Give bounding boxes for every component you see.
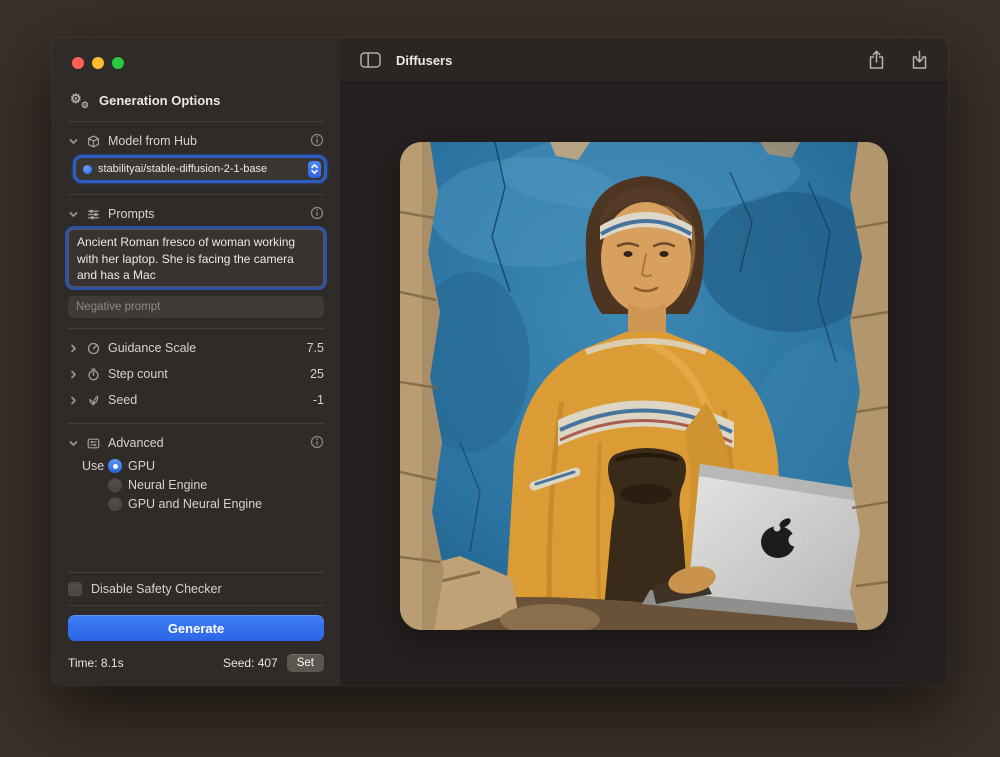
- radio-gpu[interactable]: [108, 459, 122, 473]
- seed-status: Seed: 407: [223, 656, 278, 670]
- chevron-right-icon[interactable]: [68, 370, 78, 379]
- share-icon[interactable]: [868, 50, 885, 70]
- stopwatch-icon: [85, 368, 101, 381]
- model-selected-value: stabilityai/stable-diffusion-2-1-base: [98, 163, 302, 175]
- model-section: Model from Hub stabilityai/stable-diffus…: [68, 122, 324, 194]
- chevron-right-icon[interactable]: [68, 396, 78, 405]
- radio-gpu-and-neural-engine[interactable]: [108, 497, 122, 511]
- disable-safety-checkbox[interactable]: [68, 582, 82, 596]
- fresco-illustration: [400, 142, 888, 630]
- model-color-dot-icon: [83, 165, 92, 174]
- sidebar: ⚙⚙ Generation Options Model from Hub: [52, 38, 340, 686]
- generated-image: [400, 142, 888, 630]
- negative-prompt-input[interactable]: [68, 296, 324, 318]
- seed-leaf-icon: [85, 394, 101, 407]
- radio-neural-engine[interactable]: [108, 478, 122, 492]
- save-download-icon[interactable]: [911, 50, 928, 70]
- chevron-right-icon[interactable]: [68, 344, 78, 353]
- seed-row[interactable]: Seed -1: [68, 387, 324, 413]
- generate-button[interactable]: Generate: [68, 615, 324, 641]
- guidance-scale-label: Guidance Scale: [108, 341, 196, 355]
- prompts-section-header[interactable]: Prompts: [68, 201, 324, 227]
- step-count-label: Step count: [108, 367, 168, 381]
- app-window: ⚙⚙ Generation Options Model from Hub: [52, 38, 948, 686]
- close-button[interactable]: [72, 57, 84, 69]
- sidebar-toggle-icon[interactable]: [360, 52, 381, 68]
- set-seed-button[interactable]: Set: [287, 654, 324, 672]
- seed-value: -1: [313, 393, 324, 407]
- disable-safety-label: Disable Safety Checker: [91, 582, 222, 596]
- info-icon[interactable]: [310, 435, 324, 452]
- main-area: Diffusers: [340, 38, 948, 686]
- guidance-scale-row[interactable]: Guidance Scale 7.5: [68, 335, 324, 361]
- minimize-button[interactable]: [92, 57, 104, 69]
- divider: [68, 605, 324, 606]
- parameters-section: Guidance Scale 7.5 Step count 25: [68, 329, 324, 423]
- radio-neural-engine-label[interactable]: Neural Engine: [128, 478, 324, 492]
- zoom-button[interactable]: [112, 57, 124, 69]
- prompts-section: Prompts Ancient Roman fresco of woman wo…: [68, 195, 324, 328]
- chevron-down-icon[interactable]: [68, 210, 78, 219]
- chevron-down-icon[interactable]: [68, 439, 78, 448]
- prompt-input[interactable]: Ancient Roman fresco of woman working wi…: [68, 229, 324, 287]
- image-canvas: [340, 82, 948, 686]
- info-icon[interactable]: [310, 133, 324, 150]
- prompts-section-label: Prompts: [108, 207, 155, 221]
- generation-options-header: ⚙⚙ Generation Options: [68, 85, 324, 121]
- advanced-section: Advanced Use GPU Neural Engine GPU and N…: [68, 424, 324, 523]
- advanced-section-header[interactable]: Advanced: [68, 430, 324, 456]
- info-icon[interactable]: [310, 206, 324, 223]
- model-section-header[interactable]: Model from Hub: [68, 128, 324, 154]
- advanced-panel-icon: [85, 437, 101, 450]
- model-cube-icon: [85, 135, 101, 148]
- generation-options-label: Generation Options: [99, 93, 220, 108]
- model-dropdown[interactable]: stabilityai/stable-diffusion-2-1-base: [76, 158, 324, 180]
- time-status: Time: 8.1s: [68, 656, 124, 670]
- sliders-icon: [85, 208, 101, 221]
- advanced-section-label: Advanced: [108, 436, 164, 450]
- window-controls: [68, 38, 324, 85]
- gauge-icon: [85, 342, 101, 355]
- model-section-label: Model from Hub: [108, 134, 197, 148]
- safety-checker-row: Disable Safety Checker: [68, 573, 324, 605]
- step-count-row[interactable]: Step count 25: [68, 361, 324, 387]
- radio-gpu-label[interactable]: GPU: [128, 459, 324, 473]
- titlebar: Diffusers: [340, 38, 948, 82]
- guidance-scale-value: 7.5: [307, 341, 324, 355]
- compute-unit-radio-group: Use GPU Neural Engine GPU and Neural Eng…: [82, 459, 324, 511]
- sidebar-footer: Time: 8.1s Seed: 407 Set: [68, 641, 324, 672]
- use-label: Use: [82, 459, 108, 473]
- radio-gpu-and-neural-engine-label[interactable]: GPU and Neural Engine: [128, 497, 324, 511]
- window-title: Diffusers: [396, 53, 452, 68]
- dropdown-stepper-icon: [308, 161, 321, 178]
- chevron-down-icon[interactable]: [68, 137, 78, 146]
- gears-icon: ⚙⚙: [70, 93, 90, 108]
- step-count-value: 25: [310, 367, 324, 381]
- seed-label: Seed: [108, 393, 137, 407]
